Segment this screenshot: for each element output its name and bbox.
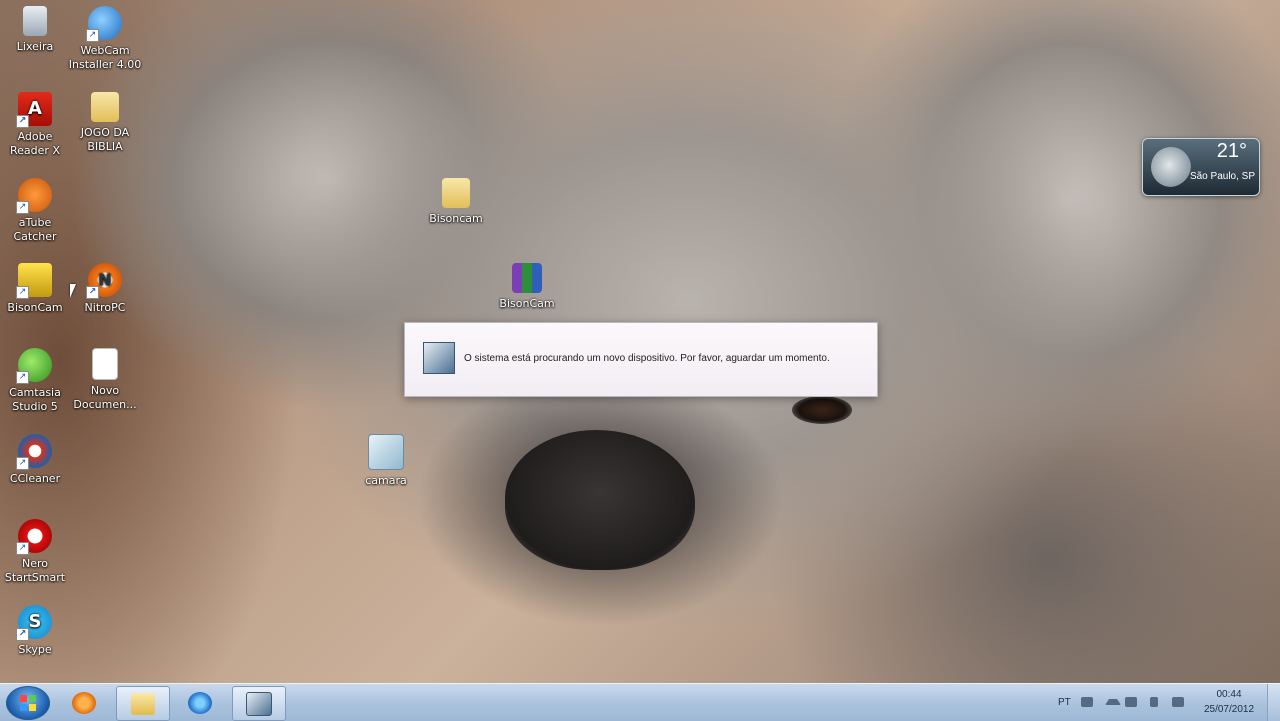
show-hidden-icons-icon[interactable] <box>1105 699 1121 705</box>
device-setup-icon <box>246 691 272 716</box>
desktop-icon-label: Adobe Reader X <box>10 130 60 157</box>
desktop-icon-novo-documento[interactable]: Novo Documen... <box>68 348 142 412</box>
document-icon <box>92 348 118 380</box>
wallpaper-koala-nose <box>505 430 695 570</box>
desktop-icon-label: Skype <box>18 643 52 656</box>
folder-icon <box>442 178 470 208</box>
desktop-icon-label: CCleaner <box>9 472 61 485</box>
language-indicator[interactable]: PT <box>1058 684 1071 721</box>
desktop-icon-label: Bisoncam <box>429 212 483 225</box>
desktop-icon-bisoncam-folder[interactable]: Bisoncam <box>419 178 493 226</box>
folder-icon <box>91 92 119 122</box>
network-signal-icon[interactable] <box>1172 697 1184 707</box>
desktop-icon-bisoncam[interactable]: ↗ BisonCam <box>0 263 72 315</box>
ccleaner-icon: ↗ <box>16 434 52 470</box>
show-desktop-button[interactable] <box>1267 684 1280 721</box>
desktop-icon-label: BisonCam <box>499 297 555 310</box>
taskbar: PT 00:44 25/07/2012 <box>0 683 1280 721</box>
device-install-icon <box>423 342 455 374</box>
desktop-icon-skype[interactable]: S ↗ Skype <box>0 605 72 657</box>
taskbar-internet-explorer-button[interactable] <box>174 686 226 719</box>
desktop-icon-adobe-reader[interactable]: A ↗ Adobe Reader X <box>0 92 72 158</box>
bisoncam-icon: ↗ <box>16 263 52 299</box>
nitropc-icon: N ↗ <box>86 263 122 299</box>
desktop-icon-webcam-installer[interactable]: ↗ WebCam Installer 4.00 <box>68 6 142 72</box>
start-button[interactable] <box>6 686 50 720</box>
weather-temperature: 21° <box>1216 140 1247 162</box>
windows-logo-icon <box>20 695 36 711</box>
desktop-icon-nero[interactable]: ↗ Nero StartSmart <box>0 519 72 585</box>
desktop-icon-camtasia[interactable]: ↗ Camtasia Studio 5 <box>0 348 72 414</box>
desktop-icon-label: Lixeira <box>16 40 54 53</box>
internet-explorer-icon <box>188 691 212 714</box>
mouse-cursor <box>70 284 76 298</box>
wallpaper-koala-eye <box>792 396 852 424</box>
skype-icon: S ↗ <box>16 605 52 641</box>
atube-catcher-icon: ↗ <box>16 178 52 214</box>
desktop-icon-label: WebCam Installer 4.00 <box>68 44 142 71</box>
nero-icon: ↗ <box>16 519 52 555</box>
desktop-icon-label: Nero StartSmart <box>4 557 66 584</box>
camtasia-icon: ↗ <box>16 348 52 384</box>
desktop-icon-bisoncam-archive[interactable]: BisonCam <box>490 263 564 311</box>
device-search-dialog[interactable]: O sistema está procurando um novo dispos… <box>404 322 878 397</box>
weather-city: São Paulo, SP <box>1189 171 1255 182</box>
desktop-icon-ccleaner[interactable]: ↗ CCleaner <box>0 434 72 486</box>
desktop-icon-label: Camtasia Studio 5 <box>9 386 61 413</box>
battery-icon[interactable] <box>1150 697 1158 707</box>
desktop-icon-nitropc[interactable]: N ↗ NitroPC <box>68 263 142 315</box>
taskbar-windows-explorer-button[interactable] <box>116 686 170 721</box>
desktop-icon-label: camara <box>365 474 407 487</box>
volume-icon[interactable] <box>1125 697 1137 707</box>
webcam-installer-icon: ↗ <box>86 6 122 42</box>
windows-explorer-icon <box>131 692 155 715</box>
clock-time: 00:44 <box>1216 689 1242 700</box>
recycle-bin-icon <box>23 6 47 36</box>
desktop-icon-label: Novo Documen... <box>73 384 137 411</box>
adobe-reader-icon: A ↗ <box>16 92 52 128</box>
desktop-icon-camara[interactable]: camara <box>349 434 423 488</box>
desktop-icon-label: BisonCam <box>7 301 63 314</box>
desktop-icon-atube-catcher[interactable]: ↗ aTube Catcher <box>0 178 72 244</box>
taskbar-media-player-button[interactable] <box>58 686 110 719</box>
system-clock[interactable]: 00:44 25/07/2012 <box>1196 687 1262 717</box>
taskbar-device-setup-button[interactable] <box>232 686 286 721</box>
clock-date: 25/07/2012 <box>1203 704 1255 715</box>
desktop-icon-label: aTube Catcher <box>13 216 57 243</box>
setup-icon <box>368 434 404 470</box>
moon-icon <box>1151 147 1191 187</box>
desktop-icon-jogo-da-biblia[interactable]: JOGO DA BIBLIA <box>68 92 142 154</box>
media-player-icon <box>72 691 96 714</box>
winrar-archive-icon <box>512 263 542 293</box>
dialog-message: O sistema está procurando um novo dispos… <box>464 353 830 364</box>
desktop-icon-lixeira[interactable]: Lixeira <box>0 6 72 54</box>
weather-gadget[interactable]: 21° São Paulo, SP <box>1142 138 1260 196</box>
desktop-icon-label: JOGO DA BIBLIA <box>80 126 130 153</box>
keyboard-icon[interactable] <box>1081 697 1093 707</box>
desktop-icon-label: NitroPC <box>84 301 126 314</box>
